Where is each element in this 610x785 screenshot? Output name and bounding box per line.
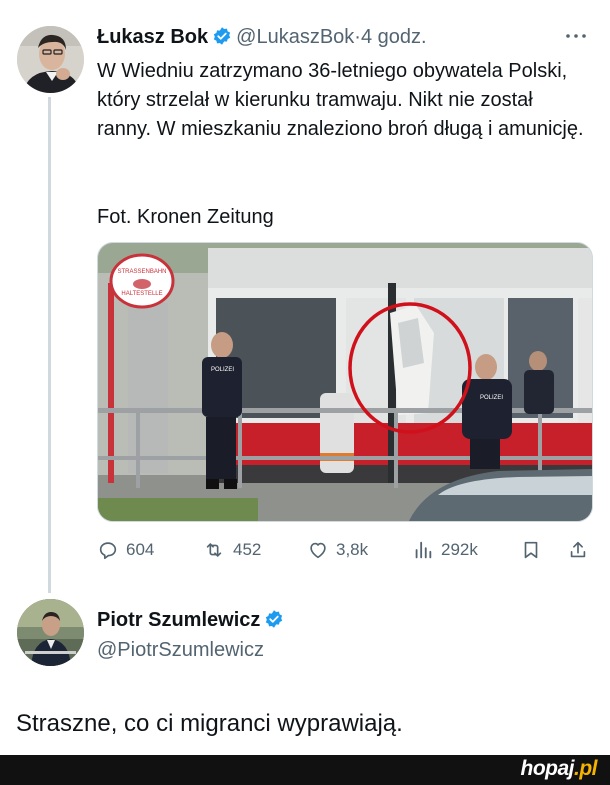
heart-icon (307, 539, 329, 561)
tram-scene-image: POLIZEI POLIZEI STRASSENBAHN HALTESTELLE (98, 243, 592, 521)
views-chart-icon (412, 539, 434, 561)
author-name[interactable]: Piotr Szumlewicz (97, 609, 260, 631)
police-label-left: POLIZEI (211, 367, 234, 373)
bookmark-button[interactable] (520, 535, 542, 565)
views-button[interactable]: 292k (412, 535, 478, 565)
tweet-header: Łukasz Bok @LukaszBok·4 godz. (97, 24, 427, 53)
watermark-main: hopaj (520, 757, 575, 780)
reply-icon (97, 539, 119, 561)
police-label-right: POLIZEI (480, 395, 503, 401)
tweet2-header: Piotr Szumlewicz (97, 607, 288, 636)
tweet-text: W Wiedniu zatrzymano 36-letniego obywate… (97, 60, 584, 140)
tweet-photo[interactable]: POLIZEI POLIZEI STRASSENBAHN HALTESTELLE (97, 242, 593, 522)
author-handle[interactable]: @LukaszBok (236, 26, 354, 48)
tweet-timestamp[interactable]: 4 godz. (361, 26, 427, 48)
retweet-button[interactable]: 452 (202, 535, 261, 565)
bookmark-icon (520, 539, 542, 561)
separator-dot: · (354, 26, 361, 48)
avatar[interactable] (17, 26, 84, 93)
site-watermark[interactable]: hopaj.pl (521, 757, 598, 781)
like-count: 3,8k (336, 540, 369, 559)
tweet-actions-bar: 604 452 3,8k 292k (97, 535, 597, 565)
photo-credit: Fot. Kronen Zeitung (97, 206, 274, 228)
sign-text-bottom: HALTESTELLE (121, 291, 162, 297)
author-handle[interactable]: @PiotrSzumlewicz (97, 637, 264, 663)
avatar-image (17, 26, 84, 93)
verified-badge-icon (212, 26, 232, 53)
like-button[interactable]: 3,8k (307, 535, 368, 565)
reply-count: 604 (126, 540, 155, 559)
watermark-suffix: .pl (574, 757, 598, 780)
verified-badge-icon (264, 609, 284, 636)
footer-bar: hopaj.pl (0, 755, 610, 785)
avatar-image (17, 599, 84, 666)
share-icon (567, 539, 589, 561)
avatar[interactable] (17, 599, 84, 666)
views-count: 292k (441, 540, 478, 559)
sign-text-top: STRASSENBAHN (117, 269, 166, 275)
more-options-icon[interactable] (565, 24, 587, 45)
share-button[interactable] (567, 535, 589, 565)
thread-connector-line (48, 97, 51, 593)
retweet-icon (202, 539, 226, 561)
reply-button[interactable]: 604 (97, 535, 154, 565)
retweet-count: 452 (233, 540, 262, 559)
tweet-text: Straszne, co ci migranci wyprawiają. (16, 710, 403, 737)
author-name[interactable]: Łukasz Bok (97, 26, 208, 48)
